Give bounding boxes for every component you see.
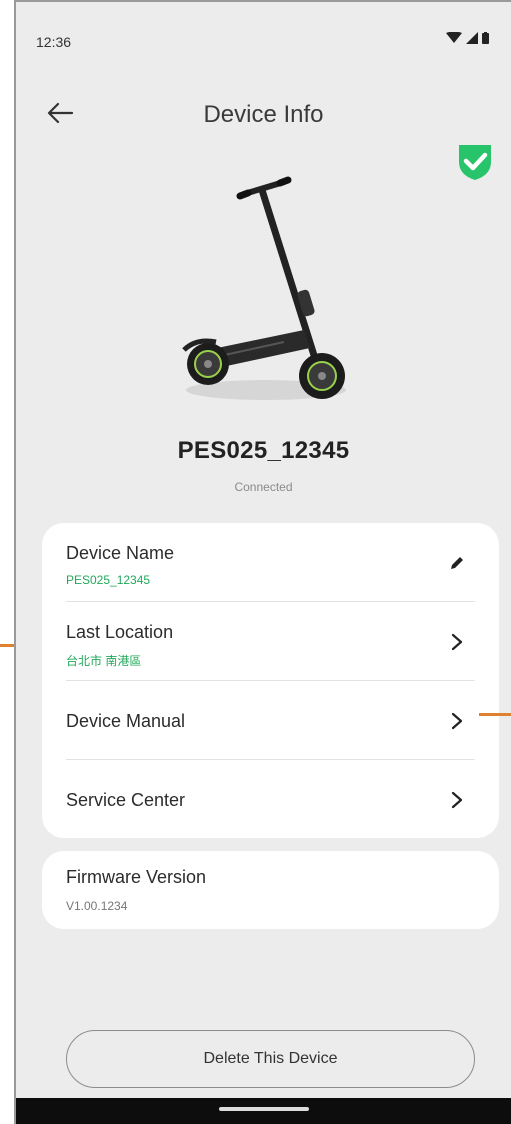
device-title: PES025_12345 [177, 437, 350, 464]
last-location-row[interactable]: Last Location 台北市 南港區 [66, 602, 475, 681]
last-location-label: Last Location [66, 622, 174, 642]
status-time: 12:36 [36, 34, 72, 50]
firmware-card: Firmware Version V1.00.1234 [42, 851, 499, 929]
service-center-row[interactable]: Service Center [66, 760, 475, 839]
chevron-right-icon [445, 630, 469, 654]
chevron-right-icon [445, 709, 469, 733]
chevron-right-icon [445, 788, 469, 812]
battery-icon [482, 32, 489, 44]
device-name-row[interactable]: Device Name PES025_12345 [66, 523, 475, 602]
pencil-icon[interactable] [445, 551, 469, 575]
home-indicator[interactable] [218, 1107, 309, 1111]
device-name-value: PES025_12345 [66, 573, 151, 587]
header: Device Info [16, 87, 511, 137]
device-manual-label: Device Manual [66, 711, 186, 731]
shield-check-icon [459, 145, 491, 180]
firmware-label: Firmware Version [66, 867, 207, 887]
device-info-card: Device Name PES025_12345 Last Location 台… [42, 523, 499, 838]
wifi-icon [446, 32, 462, 43]
connection-status: Connected [234, 480, 293, 494]
last-location-value: 台北市 南港區 [66, 654, 142, 668]
delete-device-button[interactable]: Delete This Device [66, 1030, 475, 1088]
signal-icon [466, 32, 478, 44]
device-name-label: Device Name [66, 543, 175, 563]
phone-screen: 12:36 Device Info PES025_12345 Connected… [14, 0, 511, 1124]
status-icons [446, 32, 489, 44]
scooter-image [182, 176, 346, 400]
status-bar: 12:36 [16, 2, 511, 82]
service-center-label: Service Center [66, 790, 186, 810]
firmware-version: V1.00.1234 [66, 899, 128, 913]
device-manual-row[interactable]: Device Manual [66, 681, 475, 760]
page-title: Device Info [203, 101, 324, 128]
annotation-line-right [479, 713, 511, 716]
system-nav-bar [16, 1098, 511, 1124]
